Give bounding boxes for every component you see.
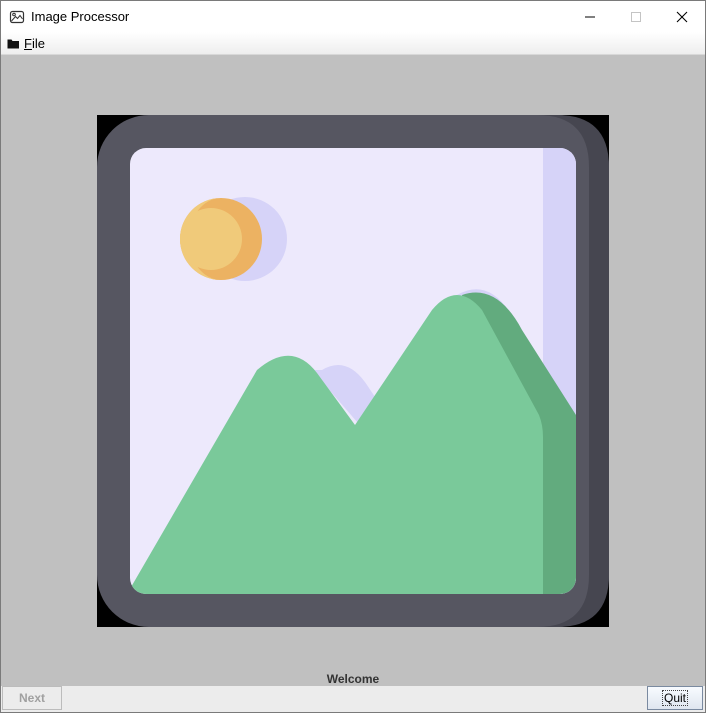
- window-controls: [567, 1, 705, 32]
- window-title: Image Processor: [31, 9, 130, 24]
- menu-file-label: File: [24, 35, 45, 51]
- minimize-icon[interactable]: [567, 1, 613, 32]
- menu-bar: File: [1, 32, 705, 55]
- main-content: Welcome: [1, 55, 705, 686]
- folder-icon: [7, 38, 20, 49]
- title-bar[interactable]: Image Processor: [1, 1, 705, 32]
- bottom-bar: Next Quit: [1, 686, 705, 712]
- landscape-picture-icon: [97, 115, 609, 627]
- status-label: Welcome: [326, 672, 380, 686]
- quit-button[interactable]: Quit: [647, 686, 703, 710]
- image-display: [97, 115, 609, 627]
- menu-file[interactable]: File: [7, 36, 45, 51]
- image-icon: [9, 9, 25, 25]
- next-button[interactable]: Next: [2, 686, 62, 710]
- close-icon[interactable]: [659, 1, 705, 32]
- app-window: Image Processor File Welcome Next Quit: [0, 0, 706, 713]
- quit-button-label: Quit: [661, 690, 688, 706]
- maximize-icon[interactable]: [613, 1, 659, 32]
